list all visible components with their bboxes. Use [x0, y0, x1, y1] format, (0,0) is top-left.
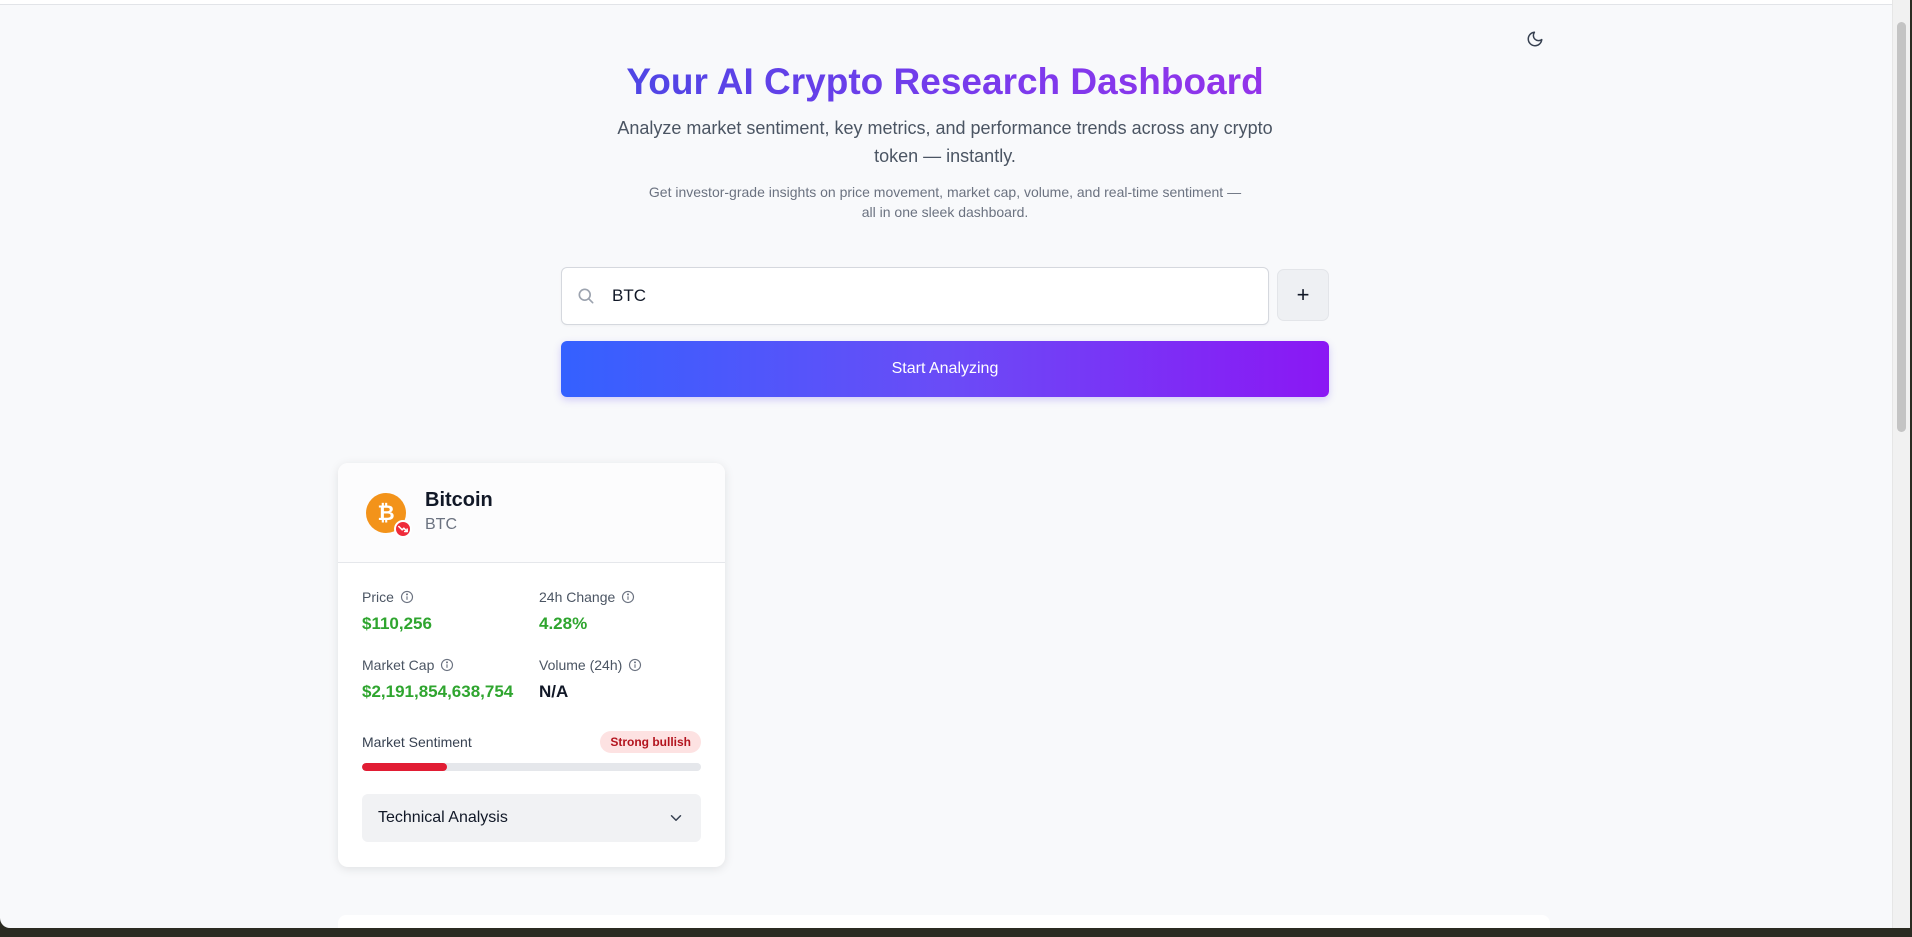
scrollbar-thumb[interactable] — [1897, 22, 1906, 432]
metric-volume: Volume (24h) N/A — [539, 657, 642, 702]
sentiment-bar-fill — [362, 763, 447, 771]
metric-label: 24h Change — [539, 589, 635, 605]
metric-24h-change: 24h Change 4.28% — [539, 589, 635, 634]
next-card-edge — [338, 915, 1550, 928]
trending-down-icon — [394, 520, 412, 538]
info-icon[interactable] — [621, 590, 635, 604]
metric-label-text: 24h Change — [539, 589, 616, 605]
metric-price: Price $110,256 — [362, 589, 432, 634]
sentiment-badge: Strong bullish — [600, 731, 701, 753]
sentiment-bar — [362, 763, 701, 771]
metric-label: Market Cap — [362, 657, 513, 673]
token-symbol: BTC — [425, 516, 457, 533]
token-card: ₿ Bitcoin BTC Price $110,256 24h Change … — [338, 463, 725, 867]
metric-label: Volume (24h) — [539, 657, 642, 673]
top-border — [0, 0, 1910, 5]
scrollbar[interactable] — [1892, 0, 1910, 928]
start-analyzing-button[interactable]: Start Analyzing — [561, 341, 1329, 397]
add-token-button[interactable]: + — [1277, 269, 1329, 321]
page-subtitle: Analyze market sentiment, key metrics, a… — [617, 118, 1273, 166]
page-description: Get investor-grade insights on price mov… — [648, 184, 1242, 220]
theme-toggle-button[interactable] — [1522, 26, 1548, 52]
app-window: Your AI Crypto Research Dashboard Analyz… — [0, 0, 1910, 928]
hero-section: Your AI Crypto Research Dashboard Analyz… — [0, 58, 1890, 222]
token-card-header: ₿ Bitcoin BTC — [338, 463, 725, 563]
technical-analysis-label: Technical Analysis — [378, 809, 508, 826]
token-name: Bitcoin — [425, 489, 493, 511]
info-icon[interactable] — [628, 658, 642, 672]
svg-text:₿: ₿ — [377, 501, 394, 525]
chevron-down-icon — [670, 815, 682, 821]
sentiment-label: Market Sentiment — [362, 734, 472, 750]
metric-label-text: Volume (24h) — [539, 657, 623, 673]
info-icon[interactable] — [440, 658, 454, 672]
search-icon — [578, 288, 594, 304]
page-title: Your AI Crypto Research Dashboard — [626, 58, 1263, 106]
search-value[interactable]: BTC — [612, 286, 646, 306]
metric-label: Price — [362, 589, 432, 605]
token-search-input[interactable]: BTC — [561, 267, 1269, 325]
metric-label-text: Market Cap — [362, 657, 435, 673]
metric-value: N/A — [539, 682, 569, 701]
metric-market-cap: Market Cap $2,191,854,638,754 — [362, 657, 513, 702]
metric-value: $110,256 — [362, 614, 432, 633]
info-icon[interactable] — [400, 590, 414, 604]
metric-value: 4.28% — [539, 614, 588, 633]
metric-label-text: Price — [362, 589, 394, 605]
moon-icon — [1527, 31, 1543, 47]
technical-analysis-toggle[interactable]: Technical Analysis — [362, 794, 701, 842]
metric-value: $2,191,854,638,754 — [362, 682, 514, 701]
